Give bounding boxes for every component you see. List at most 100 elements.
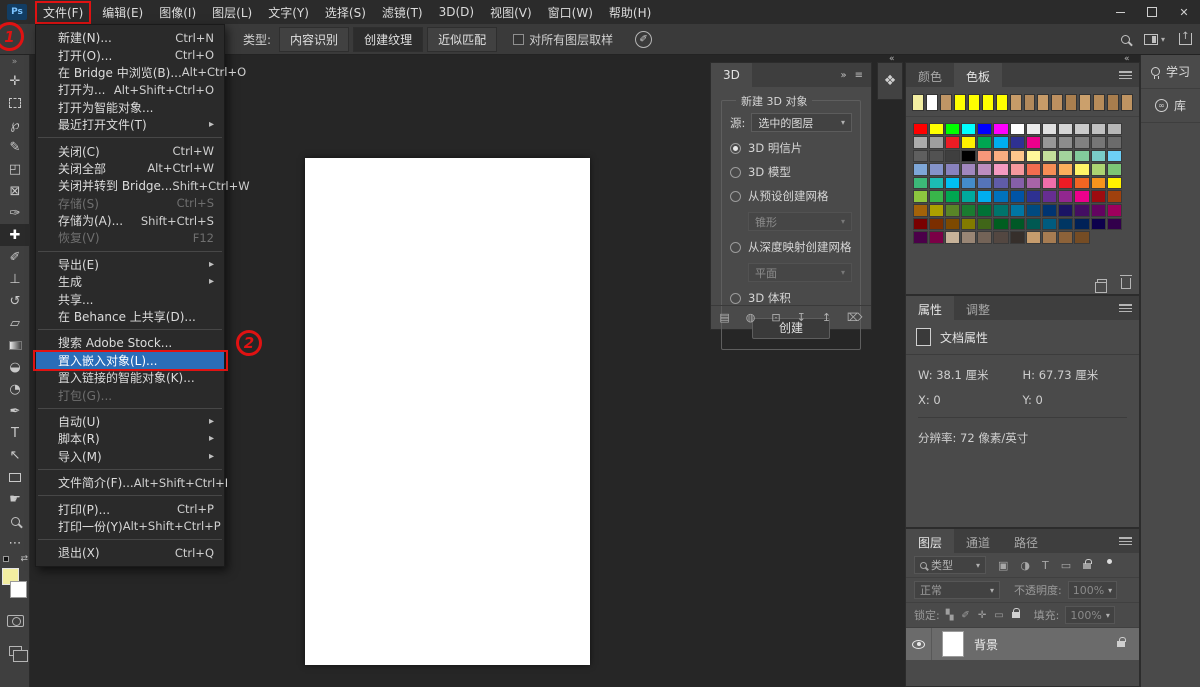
swatch[interactable]	[977, 163, 992, 176]
screen-mode-icon[interactable]	[9, 646, 22, 656]
swatch[interactable]	[1058, 123, 1073, 136]
swatch[interactable]	[1042, 150, 1057, 163]
file-menu-item[interactable]: 自动(U)▸	[36, 413, 224, 430]
menubar-item-threed[interactable]: 3D(D)	[431, 1, 482, 23]
swatch[interactable]	[1091, 123, 1106, 136]
swatch[interactable]	[961, 136, 976, 149]
filter-meshes-icon[interactable]: ↧	[797, 311, 806, 324]
spot-healing-brush-tool[interactable]: ✚	[0, 224, 30, 246]
lock-transparency-icon[interactable]: ▚	[946, 610, 954, 621]
swatch[interactable]	[1042, 190, 1057, 203]
swatch[interactable]	[1074, 150, 1089, 163]
swatch[interactable]	[1024, 94, 1036, 111]
swatch[interactable]	[1058, 204, 1073, 217]
swatch[interactable]	[929, 136, 944, 149]
share-icon[interactable]: ↑	[1179, 33, 1192, 45]
swatch[interactable]	[961, 163, 976, 176]
file-menu-item[interactable]: 最近打开文件(T)▸	[36, 116, 224, 133]
gradient-tool[interactable]	[0, 334, 30, 356]
swatch[interactable]	[945, 123, 960, 136]
type-option-create-texture[interactable]: 创建纹理	[353, 27, 423, 52]
tab-color[interactable]: 颜色	[906, 63, 954, 87]
crop-tool[interactable]: ◰	[0, 158, 30, 180]
swatch[interactable]	[1058, 150, 1073, 163]
lasso-tool[interactable]: ℘	[0, 114, 30, 136]
3d-dock-button[interactable]: ❖	[877, 62, 903, 100]
swatch[interactable]	[1042, 136, 1057, 149]
swatch[interactable]	[1091, 204, 1106, 217]
filter-pixel-layers-icon[interactable]: ▣	[998, 559, 1008, 572]
swatch[interactable]	[1074, 163, 1089, 176]
file-menu-item[interactable]: 打开为智能对象...	[36, 99, 224, 116]
edit-toolbar-button[interactable]: ⋯	[0, 532, 30, 554]
lock-artboard-icon[interactable]: ▭	[994, 610, 1003, 621]
swatch[interactable]	[977, 123, 992, 136]
file-menu-item[interactable]: 置入链接的智能对象(K)...	[36, 369, 224, 386]
menubar-item-select[interactable]: 选择(S)	[317, 0, 374, 25]
swatch[interactable]	[1091, 218, 1106, 231]
swatch[interactable]	[929, 218, 944, 231]
zoom-tool[interactable]	[0, 510, 30, 532]
menubar-item-edit[interactable]: 编辑(E)	[94, 0, 151, 25]
menubar-item-view[interactable]: 视图(V)	[482, 0, 540, 25]
swatch[interactable]	[913, 123, 928, 136]
swatch[interactable]	[940, 94, 952, 111]
delete-swatch-icon[interactable]	[1121, 278, 1131, 289]
libraries-button[interactable]: ∞ 库	[1141, 89, 1200, 123]
quick-mask-icon[interactable]	[7, 615, 24, 627]
swatch[interactable]	[993, 123, 1008, 136]
radio-mesh-preset[interactable]	[730, 191, 741, 202]
file-menu-item[interactable]: 打开(O)...Ctrl+O	[36, 46, 224, 63]
swatch[interactable]	[913, 163, 928, 176]
swatch[interactable]	[1058, 218, 1073, 231]
swatch[interactable]	[993, 190, 1008, 203]
swatch[interactable]	[993, 150, 1008, 163]
file-menu-item[interactable]: 在 Behance 上共享(D)...	[36, 308, 224, 325]
minimize-icon[interactable]	[1104, 0, 1136, 24]
swatch[interactable]	[977, 150, 992, 163]
swatch[interactable]	[977, 190, 992, 203]
collapse-panels-icon[interactable]: «	[1124, 54, 1129, 64]
swatch[interactable]	[961, 190, 976, 203]
swatch[interactable]	[929, 177, 944, 190]
swatch[interactable]	[926, 94, 938, 111]
swatch[interactable]	[1107, 150, 1122, 163]
swatch[interactable]	[913, 190, 928, 203]
brush-tool[interactable]: ✐	[0, 246, 30, 268]
filter-camera-icon[interactable]: ⊡	[771, 311, 780, 324]
file-menu-item[interactable]: 文件简介(F)...Alt+Shift+Ctrl+I	[36, 474, 224, 491]
panel-menu-icon[interactable]	[1119, 304, 1132, 312]
radio-3d-postcard[interactable]	[730, 143, 741, 154]
swatch[interactable]	[1026, 136, 1041, 149]
frame-tool[interactable]: ⊠	[0, 180, 30, 202]
swatch[interactable]	[993, 177, 1008, 190]
swatch[interactable]	[1107, 123, 1122, 136]
swatch[interactable]	[1107, 190, 1122, 203]
swatch[interactable]	[913, 177, 928, 190]
background-color-swatch[interactable]	[10, 581, 27, 598]
opacity-input[interactable]: 100% ▾	[1068, 581, 1117, 599]
swatch[interactable]	[1107, 136, 1122, 149]
swatch[interactable]	[1026, 204, 1041, 217]
tab-properties[interactable]: 属性	[906, 296, 954, 320]
lock-pixels-icon[interactable]: ✐	[961, 610, 969, 621]
panel-menu-icon[interactable]: ≡	[855, 70, 865, 81]
layer-row-background[interactable]: 背景	[906, 628, 1139, 660]
swatch[interactable]	[1058, 231, 1073, 244]
learn-button[interactable]: 学习	[1141, 55, 1200, 89]
panel-collapse-icon[interactable]: »	[840, 70, 848, 81]
swatch[interactable]	[1107, 94, 1119, 111]
filter-shape-layers-icon[interactable]: ▭	[1061, 559, 1071, 572]
swatch[interactable]	[993, 218, 1008, 231]
menubar-item-layer[interactable]: 图层(L)	[204, 0, 260, 25]
file-menu-item[interactable]: 打印一份(Y)Alt+Shift+Ctrl+P	[36, 518, 224, 535]
filter-smart-objects-icon[interactable]	[1083, 559, 1093, 572]
swatch[interactable]	[1058, 163, 1073, 176]
file-menu-item[interactable]: 关闭全部Alt+Ctrl+W	[36, 160, 224, 177]
swatch[interactable]	[1058, 136, 1073, 149]
swatch[interactable]	[968, 94, 980, 111]
swatch[interactable]	[929, 163, 944, 176]
swatch[interactable]	[1074, 177, 1089, 190]
swatch[interactable]	[1121, 94, 1133, 111]
swatch[interactable]	[1074, 136, 1089, 149]
